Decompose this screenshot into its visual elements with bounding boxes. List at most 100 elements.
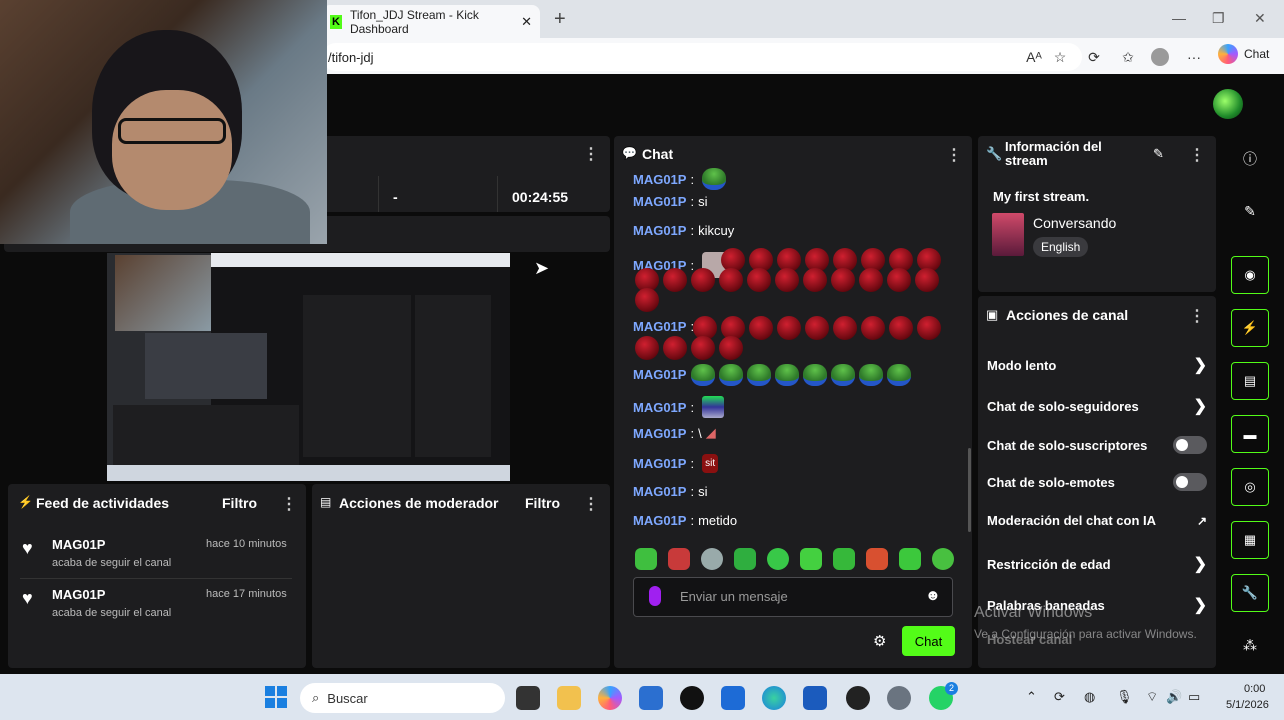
chat-scrollbar[interactable] bbox=[968, 448, 971, 532]
copilot-button[interactable]: Chat bbox=[1218, 44, 1269, 64]
obs-icon[interactable] bbox=[846, 686, 870, 710]
chevron-right-icon: ❯ bbox=[1193, 398, 1207, 415]
word-icon[interactable] bbox=[803, 686, 827, 710]
clipboard-icon[interactable]: ▤ bbox=[1231, 362, 1269, 400]
emote-picker-item-icon[interactable] bbox=[866, 548, 888, 570]
category-name[interactable]: Conversando bbox=[1033, 215, 1116, 231]
emote-picker-item-icon[interactable] bbox=[800, 548, 822, 570]
activity-feed-menu-icon[interactable]: ⋮ bbox=[281, 494, 297, 514]
taskbar-search-placeholder: Buscar bbox=[327, 690, 368, 706]
start-button-icon[interactable] bbox=[265, 686, 287, 708]
lightning-bolt-icon[interactable]: ⚡ bbox=[1231, 309, 1269, 347]
minimize-icon[interactable]: — bbox=[1172, 10, 1186, 26]
chat-username[interactable]: MAG01P bbox=[633, 513, 686, 528]
activity-user[interactable]: MAG01P bbox=[52, 587, 105, 602]
clock-time[interactable]: 0:00 bbox=[1244, 683, 1265, 695]
mod-actions-filter-button[interactable]: Filtro bbox=[525, 495, 560, 511]
pepe-emote-icon bbox=[775, 364, 799, 386]
clock-date[interactable]: 5/1/2026 bbox=[1226, 699, 1269, 711]
emote-picker-item-icon[interactable] bbox=[668, 548, 690, 570]
red-emote-icon bbox=[719, 268, 743, 292]
mod-actions-menu-icon[interactable]: ⋮ bbox=[583, 494, 599, 514]
settings-icon[interactable] bbox=[887, 686, 911, 710]
store-icon[interactable] bbox=[639, 686, 663, 710]
emote-picker-item-icon[interactable] bbox=[701, 548, 723, 570]
profile-icon[interactable] bbox=[1150, 47, 1170, 67]
meet-now-icon[interactable]: ◍ bbox=[1084, 689, 1095, 705]
new-tab-icon[interactable]: + bbox=[554, 8, 566, 31]
chat-settings-gear-icon[interactable]: ⚙ bbox=[873, 632, 886, 650]
mod-tools-icon[interactable]: ▦ bbox=[1231, 521, 1269, 559]
pepe-emote-icon bbox=[691, 364, 715, 386]
emote-picker-item-icon[interactable] bbox=[932, 548, 954, 570]
read-aloud-icon[interactable]: Aᴬ bbox=[1024, 47, 1044, 67]
chat-bubble-side-icon[interactable]: ▬ bbox=[1231, 415, 1269, 453]
chevron-right-icon: ❯ bbox=[1193, 357, 1207, 374]
action-followers-only[interactable]: Chat de solo-seguidores ❯ bbox=[987, 396, 1207, 416]
copilot-taskbar-icon[interactable] bbox=[598, 686, 622, 710]
volume-icon[interactable]: 🔊 bbox=[1166, 689, 1182, 705]
taskbar-search[interactable]: ⌕ Buscar bbox=[300, 683, 505, 713]
channel-icon: ▣ bbox=[986, 307, 999, 322]
action-ai-moderation[interactable]: Moderación del chat con IA ↗ bbox=[987, 513, 1207, 528]
task-view-icon[interactable] bbox=[516, 686, 540, 710]
chat-username[interactable]: MAG01P bbox=[633, 319, 686, 334]
chat-username[interactable]: MAG01P bbox=[633, 223, 686, 238]
preview-nested bbox=[145, 333, 267, 399]
show-hidden-icons-icon[interactable]: ⌃ bbox=[1026, 689, 1037, 705]
activity-feed-filter-button[interactable]: Filtro bbox=[222, 495, 257, 511]
user-avatar[interactable] bbox=[1213, 89, 1243, 119]
microphone-tray-icon[interactable]: 🎙 bbox=[1116, 689, 1133, 705]
more-menu-icon[interactable]: ··· bbox=[1184, 47, 1204, 67]
chat-username[interactable]: MAG01P bbox=[633, 194, 686, 209]
emoji-icon[interactable]: ☻ bbox=[925, 587, 941, 604]
chat-username[interactable]: MAG01P bbox=[633, 367, 686, 382]
edge-icon[interactable] bbox=[762, 686, 786, 710]
outlook-icon[interactable] bbox=[721, 686, 745, 710]
wifi-icon[interactable]: ⌔ bbox=[1146, 689, 1158, 705]
tiktok-icon[interactable] bbox=[680, 686, 704, 710]
close-window-icon[interactable]: ✕ bbox=[1254, 10, 1266, 27]
extensions-icon[interactable]: ⟳ bbox=[1084, 47, 1104, 67]
channel-actions-menu-icon[interactable]: ⋮ bbox=[1189, 306, 1205, 326]
emote-picker-item-icon[interactable] bbox=[635, 548, 657, 570]
chat-message-text: si bbox=[698, 194, 708, 209]
broadcast-icon[interactable]: ◎ bbox=[1231, 468, 1269, 506]
chat-username[interactable]: MAG01P bbox=[633, 484, 686, 499]
stream-info-menu-icon[interactable]: ⋮ bbox=[1189, 145, 1205, 165]
chat-username[interactable]: MAG01P bbox=[633, 426, 686, 441]
send-chat-button[interactable]: Chat bbox=[902, 626, 955, 656]
maximize-icon[interactable]: ❐ bbox=[1212, 10, 1225, 27]
camera-capture-icon[interactable]: ◉ bbox=[1231, 256, 1269, 294]
browser-tab-active[interactable]: K Tifon_JDJ Stream - Kick Dashboard ✕ bbox=[322, 5, 540, 38]
chat-username[interactable]: MAG01P bbox=[633, 456, 686, 471]
action-age-restriction[interactable]: Restricción de edad ❯ bbox=[987, 554, 1207, 574]
battery-icon[interactable]: ▭ bbox=[1188, 689, 1200, 705]
action-slow-mode[interactable]: Modo lento ❯ bbox=[987, 355, 1207, 375]
wrench-side-icon[interactable]: 🔧 bbox=[1231, 574, 1269, 612]
emote-picker-item-icon[interactable] bbox=[833, 548, 855, 570]
microphone-icon[interactable] bbox=[649, 586, 661, 606]
emotes-only-toggle[interactable] bbox=[1173, 473, 1207, 491]
chat-username[interactable]: MAG01P bbox=[633, 172, 686, 187]
mod-actions-title: Acciones de moderador bbox=[339, 495, 499, 511]
activity-user[interactable]: MAG01P bbox=[52, 537, 105, 552]
red-emote-icon bbox=[635, 288, 659, 312]
favorites-icon[interactable]: ✩ bbox=[1118, 47, 1138, 67]
favorite-star-icon[interactable]: ☆ bbox=[1050, 47, 1070, 67]
close-tab-icon[interactable]: ✕ bbox=[521, 14, 532, 30]
sync-icon[interactable]: ⟳ bbox=[1054, 689, 1065, 705]
share-icon[interactable]: ⁂ bbox=[1231, 626, 1269, 664]
emote-picker-item-icon[interactable] bbox=[767, 548, 789, 570]
info-icon[interactable]: ⓘ bbox=[1231, 140, 1269, 178]
stats-menu-icon[interactable]: ⋮ bbox=[583, 144, 599, 164]
edit-icon[interactable]: ✎ bbox=[1231, 192, 1269, 230]
chat-username[interactable]: MAG01P bbox=[633, 400, 686, 415]
address-bar[interactable]: /tifon-jdj bbox=[322, 43, 1082, 71]
edit-pencil-icon[interactable]: ✎ bbox=[1153, 146, 1164, 162]
emote-picker-item-icon[interactable] bbox=[899, 548, 921, 570]
emote-picker-item-icon[interactable] bbox=[734, 548, 756, 570]
subscribers-only-toggle[interactable] bbox=[1173, 436, 1207, 454]
file-explorer-icon[interactable] bbox=[557, 686, 581, 710]
chat-menu-icon[interactable]: ⋮ bbox=[946, 145, 962, 165]
